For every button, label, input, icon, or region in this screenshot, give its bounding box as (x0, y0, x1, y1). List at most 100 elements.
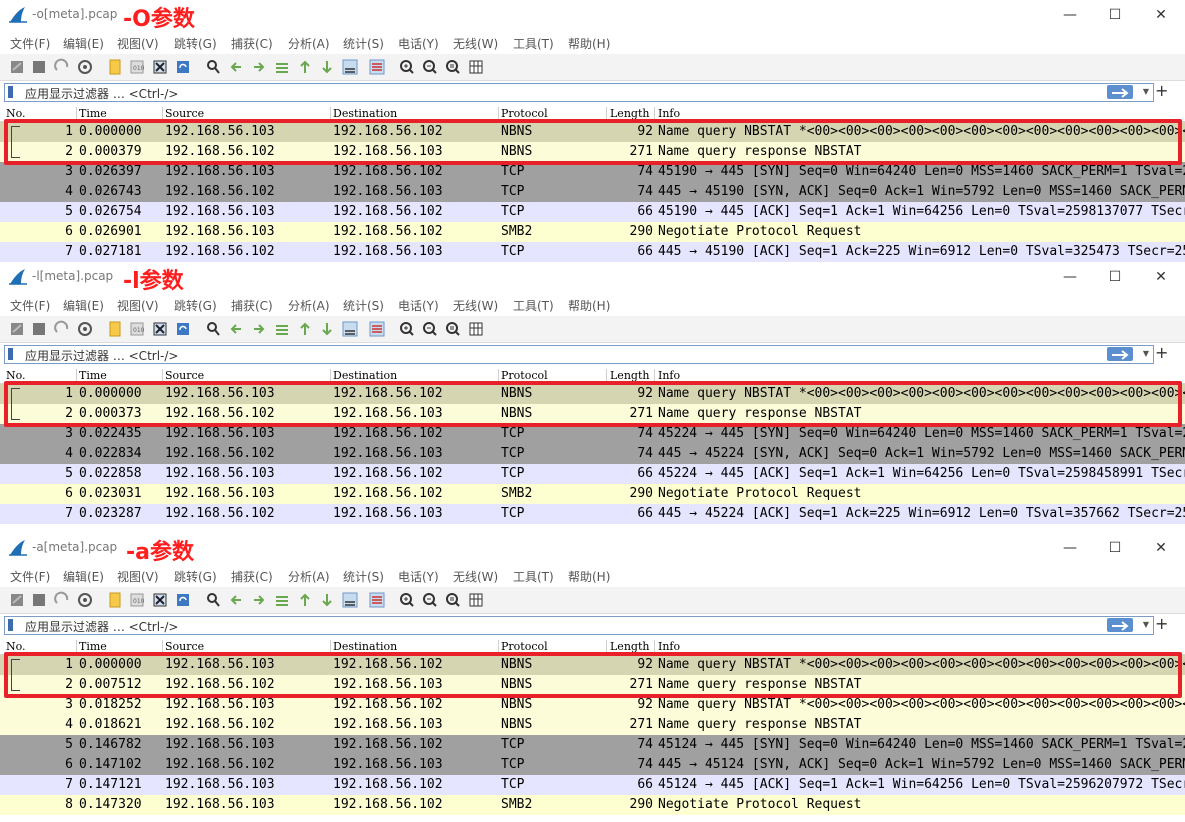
maximize-button[interactable]: ☐ (1103, 4, 1127, 26)
capture-options-icon[interactable] (76, 591, 94, 609)
menu-item[interactable]: 编辑(E) (63, 568, 104, 585)
go-back-icon[interactable] (227, 320, 245, 338)
menu-item[interactable]: 跳转(G) (174, 35, 217, 52)
minimize-button[interactable]: — (1058, 4, 1082, 26)
filter-history-dropdown-icon[interactable]: ▼ (1143, 349, 1149, 358)
menu-item[interactable]: 文件(F) (10, 35, 50, 52)
menu-item[interactable]: 电话(Y) (398, 35, 439, 52)
reload-file-icon[interactable] (174, 591, 192, 609)
resize-columns-icon[interactable] (467, 591, 485, 609)
packet-row[interactable]: 3 0.026397 192.168.56.103 192.168.56.102 TCP… (0, 162, 1185, 182)
restart-capture-icon[interactable] (53, 58, 71, 76)
menu-item[interactable]: 无线(W) (453, 35, 498, 52)
minimize-button[interactable]: — (1058, 266, 1082, 288)
find-packet-icon[interactable] (204, 320, 222, 338)
minimize-button[interactable]: — (1058, 537, 1082, 559)
auto-scroll-icon[interactable] (341, 58, 359, 76)
colorize-icon[interactable] (368, 320, 386, 338)
packet-row[interactable]: 7 0.147121 192.168.56.103 192.168.56.102 TCP… (0, 775, 1185, 795)
maximize-button[interactable]: ☐ (1103, 537, 1127, 559)
zoom-in-icon[interactable] (398, 58, 416, 76)
bookmark-icon[interactable] (8, 348, 13, 360)
normal-size-icon[interactable] (444, 58, 462, 76)
menu-item[interactable]: 电话(Y) (398, 568, 439, 585)
capture-options-icon[interactable] (76, 58, 94, 76)
packet-row[interactable]: 7 0.023287 192.168.56.102 192.168.56.103 TCP… (0, 504, 1185, 524)
menu-item[interactable]: 无线(W) (453, 568, 498, 585)
menu-item[interactable]: 统计(S) (343, 297, 384, 314)
go-back-icon[interactable] (227, 591, 245, 609)
menu-item[interactable]: 跳转(G) (174, 568, 217, 585)
go-forward-icon[interactable] (250, 320, 268, 338)
packet-row[interactable]: 3 0.022435 192.168.56.103 192.168.56.102 TCP… (0, 424, 1185, 444)
packet-row[interactable]: 8 0.147320 192.168.56.103 192.168.56.102 SMB… (0, 795, 1185, 815)
menu-item[interactable]: 工具(T) (513, 297, 554, 314)
menu-item[interactable]: 文件(F) (10, 568, 50, 585)
normal-size-icon[interactable] (444, 591, 462, 609)
reload-file-icon[interactable] (174, 58, 192, 76)
save-file-icon[interactable]: 010 (128, 320, 146, 338)
menu-item[interactable]: 捕获(C) (231, 35, 273, 52)
menu-item[interactable]: 帮助(H) (568, 35, 610, 52)
save-file-icon[interactable]: 010 (128, 58, 146, 76)
menu-item[interactable]: 视图(V) (117, 568, 159, 585)
menu-item[interactable]: 电话(Y) (398, 297, 439, 314)
close-button[interactable]: ✕ (1149, 4, 1173, 26)
auto-scroll-icon[interactable] (341, 320, 359, 338)
packet-row[interactable]: 3 0.018252 192.168.56.103 192.168.56.102 NBN… (0, 695, 1185, 715)
zoom-in-icon[interactable] (398, 320, 416, 338)
maximize-button[interactable]: ☐ (1103, 266, 1127, 288)
stop-capture-icon[interactable] (30, 58, 48, 76)
menu-item[interactable]: 捕获(C) (231, 568, 273, 585)
restart-capture-icon[interactable] (53, 320, 71, 338)
menu-item[interactable]: 编辑(E) (63, 297, 104, 314)
display-filter-input[interactable]: 应用显示过滤器 … <Ctrl-/> ▼ (4, 345, 1154, 364)
save-file-icon[interactable]: 010 (128, 591, 146, 609)
menu-item[interactable]: 工具(T) (513, 568, 554, 585)
menu-item[interactable]: 捕获(C) (231, 297, 273, 314)
menu-item[interactable]: 编辑(E) (63, 35, 104, 52)
go-last-icon[interactable] (318, 58, 336, 76)
apply-filter-arrow-icon[interactable] (1107, 85, 1133, 99)
add-filter-button[interactable]: + (1155, 614, 1168, 633)
menu-item[interactable]: 无线(W) (453, 297, 498, 314)
zoom-out-icon[interactable] (421, 591, 439, 609)
menu-item[interactable]: 文件(F) (10, 297, 50, 314)
zoom-out-icon[interactable] (421, 58, 439, 76)
menu-item[interactable]: 帮助(H) (568, 297, 610, 314)
packet-row[interactable]: 5 0.022858 192.168.56.103 192.168.56.102 TCP… (0, 464, 1185, 484)
go-last-icon[interactable] (318, 591, 336, 609)
packet-row[interactable]: 7 0.027181 192.168.56.102 192.168.56.103 TCP… (0, 242, 1185, 262)
go-back-icon[interactable] (227, 58, 245, 76)
start-capture-icon[interactable] (8, 58, 26, 76)
filter-history-dropdown-icon[interactable]: ▼ (1143, 87, 1149, 96)
start-capture-icon[interactable] (8, 320, 26, 338)
packet-row[interactable]: 4 0.026743 192.168.56.102 192.168.56.103 TCP… (0, 182, 1185, 202)
apply-filter-arrow-icon[interactable] (1107, 618, 1133, 632)
go-to-packet-icon[interactable] (273, 58, 291, 76)
go-to-packet-icon[interactable] (273, 320, 291, 338)
packet-row[interactable]: 4 0.018621 192.168.56.102 192.168.56.103 NBN… (0, 715, 1185, 735)
resize-columns-icon[interactable] (467, 58, 485, 76)
go-first-icon[interactable] (296, 320, 314, 338)
menu-item[interactable]: 分析(A) (288, 297, 330, 314)
colorize-icon[interactable] (368, 591, 386, 609)
close-file-icon[interactable] (151, 591, 169, 609)
auto-scroll-icon[interactable] (341, 591, 359, 609)
menu-item[interactable]: 分析(A) (288, 35, 330, 52)
close-button[interactable]: ✕ (1149, 266, 1173, 288)
normal-size-icon[interactable] (444, 320, 462, 338)
reload-file-icon[interactable] (174, 320, 192, 338)
zoom-out-icon[interactable] (421, 320, 439, 338)
start-capture-icon[interactable] (8, 591, 26, 609)
go-first-icon[interactable] (296, 58, 314, 76)
packet-row[interactable]: 6 0.147102 192.168.56.102 192.168.56.103 TCP… (0, 755, 1185, 775)
open-file-icon[interactable] (106, 58, 124, 76)
close-button[interactable]: ✕ (1149, 537, 1173, 559)
menu-item[interactable]: 工具(T) (513, 35, 554, 52)
go-forward-icon[interactable] (250, 58, 268, 76)
close-file-icon[interactable] (151, 58, 169, 76)
bookmark-icon[interactable] (8, 86, 13, 98)
find-packet-icon[interactable] (204, 58, 222, 76)
menu-item[interactable]: 帮助(H) (568, 568, 610, 585)
